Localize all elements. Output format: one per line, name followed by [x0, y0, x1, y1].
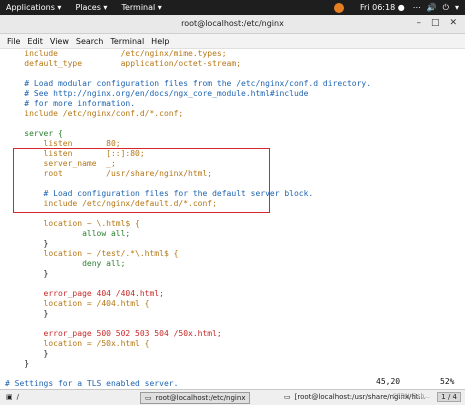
line-location-html: location ~ \.html$ {	[5, 219, 140, 228]
terminal-app-menu[interactable]: Terminal ▾	[121, 3, 161, 12]
taskbar-slash[interactable]: ▣ /	[2, 392, 23, 402]
line-server-open: server {	[5, 129, 63, 138]
power-icon: ⏻	[442, 2, 449, 12]
clock[interactable]: Fri 06:18 ●	[360, 3, 405, 12]
line-comment-more-info: # for more information.	[5, 99, 136, 108]
taskbar-item-terminal-label: root@localhost:/etc/nginx	[155, 394, 246, 402]
menu-view[interactable]: View	[50, 37, 69, 46]
taskbar-item-terminal[interactable]: ▭ root@localhost:/etc/nginx	[140, 392, 251, 404]
window-controls[interactable]: – □ ✕	[416, 18, 457, 28]
menu-bar: File Edit View Search Terminal Help	[0, 34, 465, 49]
line-close-brace-1: }	[5, 239, 49, 248]
line-include-confd: include /etc/nginx/conf.d/*.conf;	[5, 109, 184, 118]
workspace-indicator[interactable]: 1 / 4	[437, 392, 461, 402]
scroll-percent: 52%	[440, 377, 455, 386]
close-icon[interactable]: ✕	[449, 18, 457, 28]
terminal-area[interactable]: include /etc/nginx/mime.types; default_t…	[0, 49, 465, 389]
status-line: 45,20 52%	[0, 377, 465, 388]
line-location-50x: location = /50x.html {	[5, 339, 150, 348]
line-close-brace-3: }	[5, 309, 49, 318]
menu-help[interactable]: Help	[151, 37, 169, 46]
chevron-down-icon: ▾	[454, 3, 459, 12]
line-error-page-50x: error_page 500 502 503 504 /50x.html;	[5, 329, 222, 338]
maximize-icon[interactable]: □	[431, 18, 440, 28]
watermark: CSDN @sb...	[392, 393, 430, 400]
line-server-close: }	[5, 359, 30, 368]
taskbar: ▣ / ▭ root@localhost:/etc/nginx ▭ [root@l…	[0, 389, 465, 405]
terminal-icon: ▭	[284, 393, 291, 401]
line-error-page-404: error_page 404 /404.html;	[5, 289, 164, 298]
line-close-brace-2: }	[5, 269, 49, 278]
volume-icon: 🔊	[426, 3, 437, 12]
line-location-404: location = /404.html {	[5, 299, 150, 308]
window-title: root@localhost:/etc/nginx	[181, 19, 284, 28]
places-menu[interactable]: Places ▾	[75, 3, 107, 12]
terminal-icon: ▭	[145, 394, 152, 402]
menu-terminal[interactable]: Terminal	[110, 37, 144, 46]
line-allow-all: allow all;	[5, 229, 131, 238]
system-tray[interactable]: ⋯ 🔊 ⏻ ▾	[413, 3, 459, 13]
line-default-type: default_type application/octet-stream;	[5, 59, 242, 68]
cursor-position: 45,20	[376, 377, 401, 386]
line-comment-load-modular: # Load modular configuration files from …	[5, 79, 372, 88]
menu-edit[interactable]: Edit	[27, 37, 43, 46]
avatar[interactable]	[334, 2, 345, 13]
line-close-brace-4: }	[5, 349, 49, 358]
top-system-bar: Applications ▾ Places ▾ Terminal ▾ Fri 0…	[0, 0, 465, 15]
line-include-mime: include /etc/nginx/mime.types;	[5, 49, 227, 58]
highlight-box	[13, 148, 270, 213]
line-deny-all: deny all;	[5, 259, 126, 268]
line-comment-see-url: # See http://nginx.org/en/docs/ngx_core_…	[5, 89, 309, 98]
network-icon: ⋯	[412, 3, 421, 12]
line-location-test: location ~ /test/.*\.html$ {	[5, 249, 179, 258]
applications-menu[interactable]: Applications ▾	[6, 3, 61, 12]
menu-file[interactable]: File	[7, 37, 20, 46]
minimize-icon[interactable]: –	[416, 18, 421, 28]
menu-search[interactable]: Search	[76, 37, 103, 46]
folder-icon: ▣	[6, 393, 13, 401]
window-titlebar: root@localhost:/etc/nginx – □ ✕	[0, 15, 465, 34]
